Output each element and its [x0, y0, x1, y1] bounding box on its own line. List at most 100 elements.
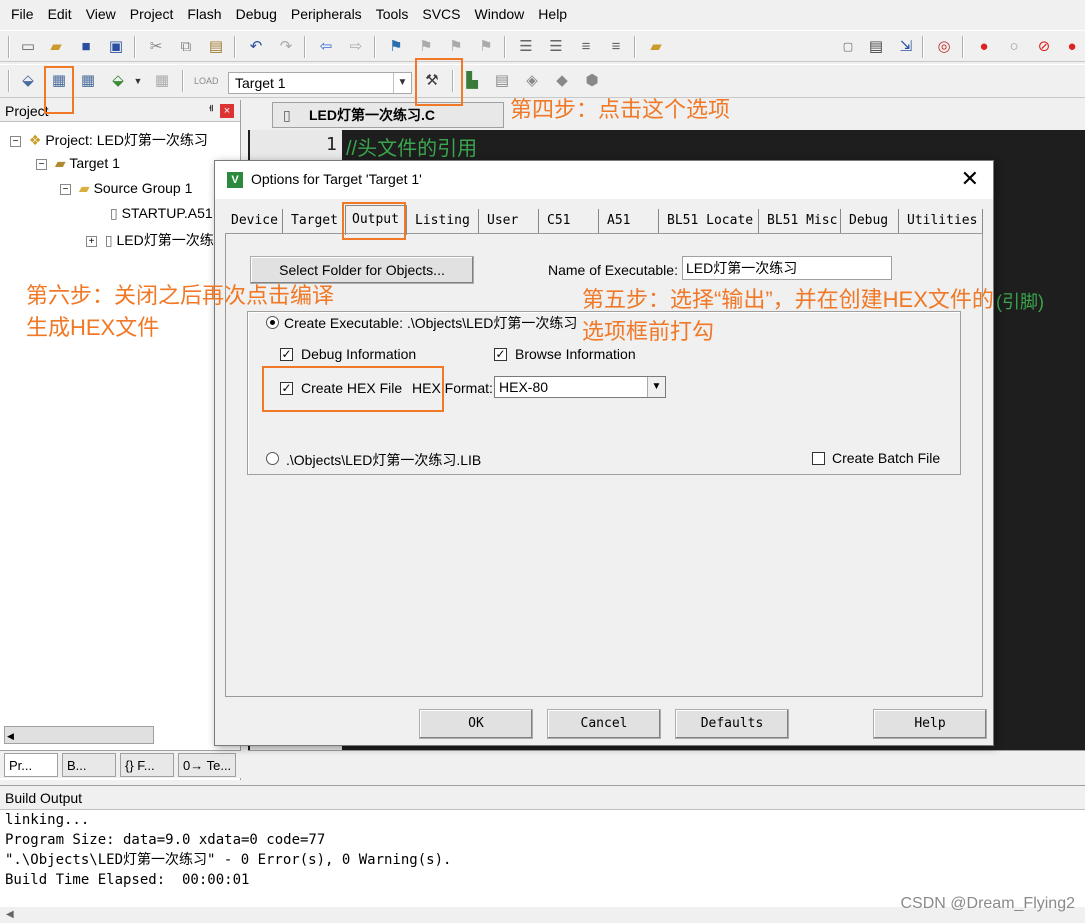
bookmark-next-icon[interactable]: ⚑ — [446, 37, 466, 57]
menu-edit[interactable]: Edit — [41, 0, 79, 28]
bookmark-icon[interactable]: ⚑ — [386, 37, 406, 57]
menu-file[interactable]: File — [4, 0, 41, 28]
tab-templates[interactable]: 0→ Te... — [178, 753, 236, 777]
save-all-icon[interactable]: ▣ — [106, 37, 126, 57]
tab-user[interactable]: User — [481, 209, 539, 233]
find-icon[interactable]: ▤ — [866, 37, 886, 57]
menu-peripherals[interactable]: Peripherals — [284, 0, 369, 28]
manage-components-icon[interactable]: ▙ — [462, 71, 482, 91]
build-output-line: Build Time Elapsed: 00:00:01 — [5, 872, 250, 888]
tab-device[interactable]: Device — [225, 209, 283, 233]
batch-build-icon[interactable]: ⬙ — [108, 71, 128, 91]
breakpoint-icon[interactable]: ● — [974, 37, 994, 57]
copy-icon[interactable]: ⧉ — [176, 37, 196, 57]
redo-icon[interactable]: ↷ — [276, 37, 296, 57]
pack-installer-icon[interactable]: ◆ — [552, 71, 572, 91]
debug-session-icon[interactable]: ◎ — [934, 37, 954, 57]
bookmark-clear-icon[interactable]: ⚑ — [476, 37, 496, 57]
breakpoint-all-icon[interactable]: ● — [1062, 37, 1082, 57]
menu-svcs[interactable]: SVCS — [415, 0, 467, 28]
cancel-button[interactable]: Cancel — [547, 709, 661, 739]
name-executable-field[interactable]: LED灯第一次练习 — [682, 256, 892, 280]
save-icon[interactable]: ■ — [76, 37, 96, 57]
translate-icon[interactable]: ⬙ — [18, 71, 38, 91]
tab-listing[interactable]: Listing — [409, 209, 479, 233]
pin-icon[interactable]: ᅦ — [203, 100, 214, 122]
open-folder-icon[interactable]: ▰ — [46, 37, 66, 57]
tab-bl51-misc[interactable]: BL51 Misc — [761, 209, 841, 233]
tab-a51[interactable]: A51 — [601, 209, 659, 233]
ok-button[interactable]: OK — [419, 709, 533, 739]
project-panel-tabs: Pr... B... {} F... 0→ Te... — [0, 750, 241, 778]
expand-icon[interactable]: + — [86, 235, 97, 247]
select-packs-icon[interactable]: ⬢ — [582, 71, 602, 91]
environment-icon[interactable]: ◈ — [522, 71, 542, 91]
collapse-icon[interactable]: − — [36, 158, 47, 170]
tree-item-target[interactable]: − ▰ Target 1 — [36, 155, 120, 172]
tree-item-file-startup[interactable]: ▯ STARTUP.A51 — [110, 205, 213, 222]
tree-item-label: Target 1 — [69, 155, 120, 171]
tab-c51[interactable]: C51 — [541, 209, 599, 233]
tab-project[interactable]: Pr... — [4, 753, 58, 777]
tree-item-source-group[interactable]: − ▰ Source Group 1 — [60, 180, 192, 197]
tree-item-label: STARTUP.A51 — [121, 205, 213, 221]
menu-view[interactable]: View — [79, 0, 123, 28]
undo-icon[interactable]: ↶ — [246, 37, 266, 57]
toolbar-separator — [634, 36, 636, 58]
tab-utilities[interactable]: Utilities — [901, 209, 983, 233]
scroll-left-icon[interactable]: ◀ — [6, 909, 14, 920]
file-extensions-icon[interactable]: ▤ — [492, 71, 512, 91]
breakpoint-kill-icon[interactable]: ⊘ — [1034, 37, 1054, 57]
cut-icon[interactable]: ✂ — [146, 37, 166, 57]
menu-flash[interactable]: Flash — [180, 0, 228, 28]
uncomment-icon[interactable]: ≡ — [606, 37, 626, 57]
annotation-step5-line2: 选项框前打勾 — [582, 319, 715, 344]
editor-tab-main[interactable]: ▯ LED灯第一次练习.C — [272, 102, 504, 128]
new-file-icon[interactable]: ▭ — [18, 37, 38, 57]
indent-icon[interactable]: ☰ — [516, 37, 536, 57]
dropdown-icon[interactable]: ▢ — [838, 37, 858, 57]
tab-functions[interactable]: {} F... — [120, 753, 174, 777]
tab-bl51-locate[interactable]: BL51 Locate — [661, 209, 759, 233]
project-hscrollbar[interactable]: ◀ — [4, 726, 154, 744]
toolbar-separator — [962, 36, 964, 58]
tab-debug[interactable]: Debug — [843, 209, 899, 233]
unindent-icon[interactable]: ☰ — [546, 37, 566, 57]
rebuild-icon[interactable]: ▦ — [78, 71, 98, 91]
nav-forward-icon[interactable]: ⇨ — [346, 37, 366, 57]
tab-target[interactable]: Target — [285, 209, 343, 233]
breakpoint-disable-icon[interactable]: ○ — [1004, 37, 1024, 57]
tab-books[interactable]: B... — [62, 753, 116, 777]
tree-item-label: Source Group 1 — [93, 180, 193, 196]
close-icon[interactable]: × — [220, 104, 234, 118]
close-icon[interactable]: ✕ — [961, 167, 979, 191]
tree-item-project[interactable]: − ❖ Project: LED灯第一次练习 — [10, 130, 208, 150]
nav-back-icon[interactable]: ⇦ — [316, 37, 336, 57]
collapse-icon[interactable]: − — [10, 135, 21, 147]
toolbar-separator — [8, 36, 10, 58]
scroll-left-icon[interactable]: ◀ — [5, 731, 14, 741]
paste-icon[interactable]: ▤ — [206, 37, 226, 57]
find-in-files-icon[interactable]: ▰ — [646, 37, 666, 57]
collapse-icon[interactable]: − — [60, 183, 71, 195]
defaults-button[interactable]: Defaults — [675, 709, 789, 739]
stop-build-icon[interactable]: ▦ — [152, 71, 172, 91]
dialog-title: Options for Target 'Target 1' — [251, 171, 422, 187]
menu-window[interactable]: Window — [468, 0, 532, 28]
menu-debug[interactable]: Debug — [229, 0, 284, 28]
bookmark-prev-icon[interactable]: ⚑ — [416, 37, 436, 57]
comment-icon[interactable]: ≡ — [576, 37, 596, 57]
batch-dropdown-icon[interactable]: ▼ — [128, 71, 148, 91]
project-panel-title: Project — [5, 103, 49, 119]
incremental-find-icon[interactable]: ⇲ — [896, 37, 916, 57]
help-button[interactable]: Help — [873, 709, 987, 739]
download-icon[interactable]: LOAD — [194, 71, 219, 91]
toolbar-separator — [8, 70, 10, 92]
uvision-window: File Edit View Project Flash Debug Perip… — [0, 0, 1085, 923]
menu-tools[interactable]: Tools — [369, 0, 416, 28]
highlight-output-tab — [342, 202, 406, 240]
options-dialog: V Options for Target 'Target 1' ✕ Device… — [214, 160, 994, 746]
target-select[interactable]: Target 1 ▼ — [228, 72, 412, 94]
menu-help[interactable]: Help — [531, 0, 574, 28]
menu-project[interactable]: Project — [123, 0, 181, 28]
